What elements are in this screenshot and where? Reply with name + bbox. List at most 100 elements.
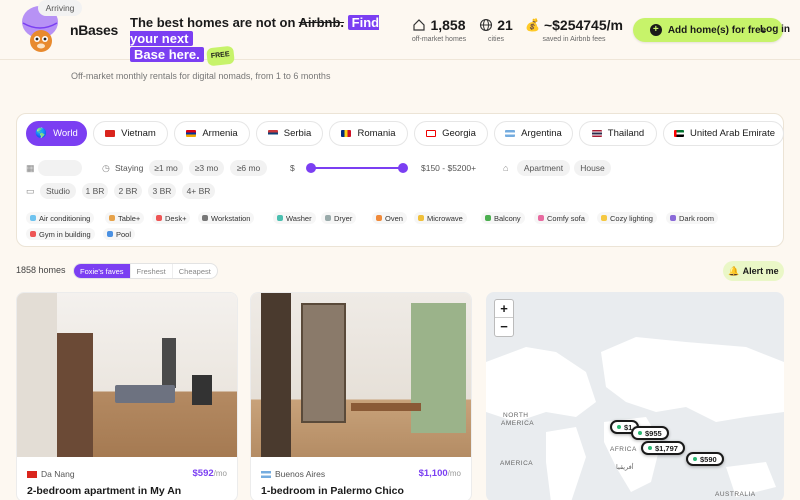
map-price-pin[interactable]: $1,797	[641, 441, 685, 455]
promo-strike: Airbnb.	[298, 15, 345, 30]
bed-studio[interactable]: Studio	[40, 183, 76, 199]
price-slider[interactable]	[306, 163, 408, 173]
country-tab-world[interactable]: 🌎 World	[26, 121, 87, 146]
bed-4br[interactable]: 4+ BR	[182, 183, 215, 199]
country-tab-armenia[interactable]: Armenia	[174, 121, 250, 146]
amenity-label: Cozy lighting	[610, 213, 653, 223]
amenity-label: Air conditioning	[39, 213, 91, 223]
pin-price: $1,797	[655, 443, 678, 453]
moon-icon	[670, 215, 676, 221]
arriving-input[interactable]: Arriving	[38, 0, 82, 16]
sort-foxies-faves[interactable]: Foxie's faves	[74, 264, 131, 278]
country-tab-argentina[interactable]: Argentina	[494, 121, 573, 146]
house-icon	[413, 19, 426, 31]
stat-label: saved in Airbnb fees	[542, 36, 606, 43]
pool-icon	[107, 231, 113, 237]
country-tab-vietnam[interactable]: Vietnam	[93, 121, 168, 146]
clock-icon: ◷	[102, 163, 110, 173]
amenity-label: Oven	[385, 213, 403, 223]
plus-icon: +	[649, 24, 662, 36]
amenity-air-conditioning[interactable]: Air conditioning	[26, 212, 95, 224]
map-label: AMERICA	[501, 420, 535, 427]
zoom-out-button[interactable]: −	[495, 318, 513, 336]
flag-icon	[591, 130, 602, 137]
slider-max-handle[interactable]	[398, 163, 408, 173]
amenity-microwave[interactable]: Microwave	[414, 212, 467, 224]
stat-value: 1,858	[430, 17, 466, 33]
country-tab-romania[interactable]: Romania	[329, 121, 408, 146]
building-icon: ⌂	[503, 163, 509, 173]
amenity-oven[interactable]: Oven	[372, 212, 407, 224]
amenity-table[interactable]: Table+	[105, 212, 145, 224]
stay-option-1mo[interactable]: ≥1 mo	[149, 160, 183, 176]
snowflake-icon	[30, 215, 36, 221]
type-house[interactable]: House	[574, 160, 611, 176]
sort-freshest[interactable]: Freshest	[131, 264, 173, 278]
pin-dot-icon	[693, 457, 697, 461]
pin-dot-icon	[617, 425, 621, 429]
map-price-pin[interactable]: $590	[686, 452, 724, 466]
pin-price: $955	[645, 428, 662, 438]
listing-photo[interactable]	[251, 293, 471, 457]
header: nBases The best homes are not on Airbnb.…	[0, 0, 800, 67]
listing-title[interactable]: 2-bedroom apartment in My An	[27, 485, 181, 497]
country-label: Georgia	[442, 128, 476, 139]
amenity-label: Dryer	[334, 213, 353, 223]
amenity-label: Table+	[118, 213, 141, 223]
country-label: Serbia	[283, 128, 312, 139]
microwave-icon	[418, 215, 424, 221]
monitor-icon	[202, 215, 208, 221]
bed-2br[interactable]: 2 BR	[114, 183, 142, 199]
map-price-pin[interactable]: $955	[631, 426, 669, 440]
price-unit: /mo	[447, 469, 461, 478]
listing-title[interactable]: 1-bedroom in Palermo Chico	[261, 485, 404, 497]
country-label: United Arab Emirate	[690, 128, 776, 139]
country-tab-georgia[interactable]: Georgia	[414, 121, 488, 146]
listing-city: Buenos Aires	[275, 469, 326, 479]
sort-cheapest[interactable]: Cheapest	[173, 264, 217, 278]
amenity-gym[interactable]: Gym in building	[26, 228, 95, 240]
table-icon	[109, 215, 115, 221]
alert-me-button[interactable]: 🔔 Alert me	[723, 261, 784, 281]
brand-name[interactable]: nBases	[70, 22, 118, 38]
country-tab-thailand[interactable]: Thailand	[579, 121, 657, 146]
price-unit: /mo	[213, 469, 227, 478]
amenity-balcony[interactable]: Balcony	[481, 212, 525, 224]
amenity-pool[interactable]: Pool	[103, 228, 136, 240]
country-tab-uae[interactable]: United Arab Emirate	[663, 121, 784, 146]
bed-1br[interactable]: 1 BR	[82, 183, 108, 199]
stat-savings: 💰 ~$254745/m saved in Airbnb fees	[522, 17, 626, 43]
amenity-label: Pool	[116, 229, 132, 239]
promo-headline: The best homes are not on Airbnb. Find y…	[130, 15, 400, 67]
free-badge: FREE	[206, 45, 235, 67]
flag-icon	[426, 130, 437, 137]
listing-price: $1,100/mo	[419, 468, 461, 479]
type-apartment[interactable]: Apartment	[517, 160, 570, 176]
amenity-desk[interactable]: Desk+	[152, 212, 191, 224]
country-label: World	[53, 128, 78, 139]
stay-option-6mo[interactable]: ≥6 mo	[230, 160, 267, 176]
amenity-workstation[interactable]: Workstation	[198, 212, 255, 224]
lightbulb-icon	[601, 215, 607, 221]
country-tab-serbia[interactable]: Serbia	[256, 121, 323, 146]
amenity-cozy-lighting[interactable]: Cozy lighting	[597, 212, 657, 224]
stat-label: off-market homes	[411, 36, 467, 43]
listing-photo[interactable]	[17, 293, 237, 457]
stat-cities: 21 cities	[478, 17, 514, 43]
zoom-in-button[interactable]: +	[495, 300, 513, 318]
amenity-dryer[interactable]: Dryer	[321, 212, 357, 224]
amenity-dark-room[interactable]: Dark room	[666, 212, 719, 224]
slider-min-handle[interactable]	[306, 163, 316, 173]
washer-icon	[277, 215, 283, 221]
bed-3br[interactable]: 3 BR	[148, 183, 176, 199]
amenity-washer[interactable]: Washer	[273, 212, 316, 224]
door-decor	[57, 333, 93, 457]
listing-card[interactable]: Da Nang $592/mo 2-bedroom apartment in M…	[16, 292, 238, 500]
listing-card[interactable]: Buenos Aires $1,100/mo 1-bedroom in Pale…	[250, 292, 472, 500]
stay-option-3mo[interactable]: ≥3 mo	[189, 160, 224, 176]
price-value: $592	[192, 468, 214, 479]
login-link[interactable]: Log in	[760, 24, 790, 35]
sort-toggle: Foxie's faves Freshest Cheapest	[73, 263, 218, 279]
world-map[interactable]: + − NORTH AMERICA AFRICA أفريقيا AMERICA…	[486, 292, 784, 500]
amenity-comfy-sofa[interactable]: Comfy sofa	[534, 212, 589, 224]
